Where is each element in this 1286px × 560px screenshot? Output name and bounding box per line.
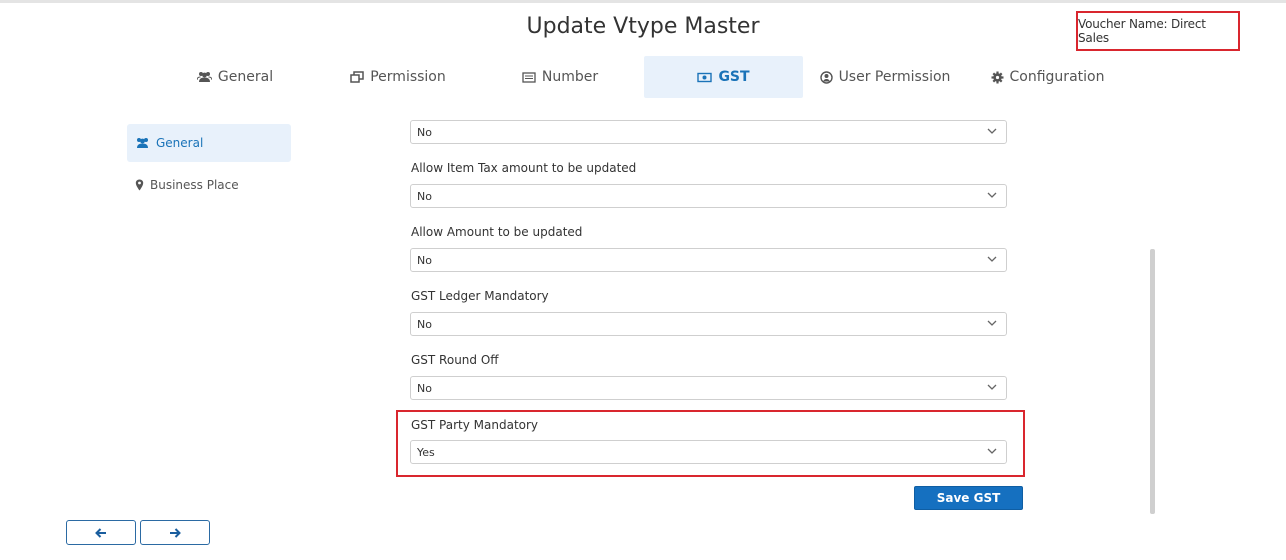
voucher-name-badge: Voucher Name: Direct Sales: [1076, 11, 1240, 51]
chevron-down-icon: [987, 192, 997, 198]
tab-bar: General Permission Number GST User Permi…: [0, 56, 1286, 98]
user-circle-icon: [819, 70, 833, 84]
tab-permission[interactable]: Permission: [338, 56, 458, 98]
tab-label: Number: [541, 69, 599, 85]
sidebar-item-business-place[interactable]: Business Place: [127, 166, 291, 204]
field-label-amount: Allow Amount to be updated: [411, 225, 583, 239]
previous-button[interactable]: [66, 520, 136, 545]
chevron-down-icon: [987, 256, 997, 262]
chevron-down-icon: [987, 320, 997, 326]
users-icon: [137, 138, 148, 148]
sidebar-item-label: General: [156, 136, 204, 150]
scrollbar[interactable]: [1150, 249, 1155, 514]
select-gst-round-off[interactable]: No: [410, 376, 1007, 400]
field-label-gst-party: GST Party Mandatory: [411, 418, 539, 432]
field-select-top[interactable]: No: [410, 120, 1007, 144]
map-marker-icon: [135, 179, 144, 191]
select-value: No: [417, 125, 432, 139]
tab-general[interactable]: General: [180, 56, 290, 98]
tab-label: GST: [718, 69, 750, 85]
tab-label: User Permission: [838, 69, 951, 85]
select-gst-ledger[interactable]: No: [410, 312, 1007, 336]
list-icon: [522, 71, 536, 83]
sidebar-item-label: Business Place: [150, 178, 239, 192]
select-gst-party[interactable]: Yes: [410, 440, 1007, 464]
chevron-down-icon: [987, 448, 997, 454]
money-icon: [697, 72, 713, 82]
field-label-item-tax: Allow Item Tax amount to be updated: [411, 161, 637, 175]
tab-number[interactable]: Number: [510, 56, 610, 98]
chevron-down-icon: [987, 128, 997, 134]
field-label-gst-ledger: GST Ledger Mandatory: [411, 289, 549, 303]
arrow-right-icon: [170, 527, 181, 538]
chevron-down-icon: [987, 384, 997, 390]
top-divider: [0, 0, 1286, 3]
gear-icon: [991, 71, 1004, 83]
next-button[interactable]: [140, 520, 210, 545]
tab-configuration[interactable]: Configuration: [985, 56, 1110, 98]
field-label-gst-round-off: GST Round Off: [411, 353, 499, 367]
tab-label: General: [217, 69, 274, 85]
arrow-left-icon: [95, 527, 106, 538]
select-amount[interactable]: No: [410, 248, 1007, 272]
windows-icon: [350, 71, 364, 83]
tab-label: Permission: [370, 69, 446, 85]
users-icon: [196, 72, 212, 82]
select-item-tax[interactable]: No: [410, 184, 1007, 208]
sidebar-item-general[interactable]: General: [127, 124, 291, 162]
select-value: No: [417, 317, 432, 331]
select-value: No: [417, 381, 432, 395]
save-gst-button[interactable]: Save GST: [914, 486, 1023, 510]
select-value: No: [417, 189, 432, 203]
select-value: Yes: [417, 445, 435, 459]
tab-user-permission[interactable]: User Permission: [815, 56, 955, 98]
tab-label: Configuration: [1009, 69, 1105, 85]
tab-gst[interactable]: GST: [644, 56, 803, 98]
select-value: No: [417, 253, 432, 267]
